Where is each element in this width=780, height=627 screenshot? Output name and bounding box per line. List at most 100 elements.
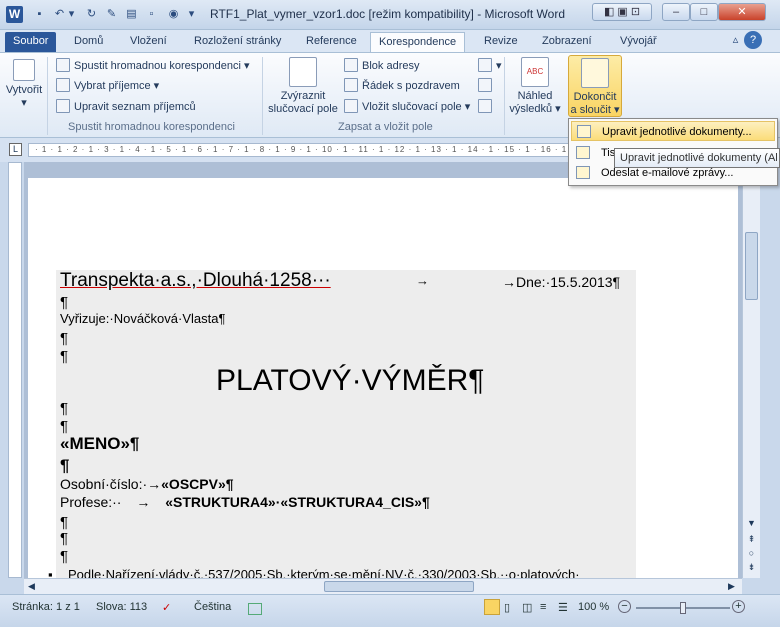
mail-merge-icon [56,58,70,72]
tab-revize[interactable]: Revize [476,32,526,52]
create-button[interactable]: Vytvořit ▾ [4,59,44,110]
edit-individual-documents-item[interactable]: Upravit jednotlivé dokumenty... [571,121,775,141]
web-layout-view-icon[interactable]: ◫ [522,601,532,614]
outlook-icon[interactable]: ◉ [166,7,181,22]
collapse-ribbon-icon[interactable]: ▵ [728,33,743,48]
vertical-scroll-thumb[interactable] [745,232,758,300]
start-merge-button[interactable]: Spustit hromadnou korespondenci ▾ [56,57,250,76]
title-bar: W ▪ ↶ ▾ ↻ ✎ ▤ ▫ ◉ ▾ RTF1_Plat_vymer_vzor… [0,0,780,30]
maximize-button[interactable]: □ [690,3,718,21]
tab-zobrazeni[interactable]: Zobrazení [534,32,600,52]
empty-paragraph: ¶ [60,514,69,531]
update-labels-button[interactable] [478,98,496,117]
empty-paragraph: ¶ [60,330,69,347]
group-label-insert: Zapsat a vložit pole [338,121,433,133]
tab-stop-selector[interactable]: L [9,143,22,156]
address-block-icon [344,58,358,72]
insert-merge-field-button[interactable]: Vložit slučovací pole ▾ [344,98,470,117]
vertical-scrollbar[interactable]: ▲ ▼ ⇞ ○ ⇟ [742,162,760,578]
tooltip: Upravit jednotlivé dokumenty (Al [614,148,780,168]
open-folder-icon[interactable]: ▤ [124,7,139,22]
zoom-in-icon[interactable]: + [732,600,745,613]
tab-vlozeni[interactable]: Vložení [122,32,175,52]
outline-view-icon[interactable]: ≡ [540,601,546,613]
format-painter-icon[interactable]: ✎ [104,7,119,22]
tab-soubor[interactable]: Soubor [5,32,57,52]
personal-number-line: Osobní·číslo:·→«OSCPV»¶ [60,476,234,492]
document-page[interactable]: Transpekta·a.s.,·Dlouhá·1258··· → →Dne:·… [28,178,738,578]
print-layout-view-icon[interactable] [484,599,500,615]
tab-vyvojar[interactable]: Vývojář [612,32,665,52]
tab-arrow: → [416,273,429,288]
handled-by-line: Vyřizuje:·Nováčková·Vlasta¶ [60,311,226,326]
tab-korespondence[interactable]: Korespondence [370,32,466,52]
tab-rozlozeni-stranky[interactable]: Rozložení stránky [186,32,289,52]
scroll-right-icon[interactable]: ▶ [728,581,735,592]
proofing-icon[interactable]: ✓ [162,601,171,614]
highlight-fields-icon [289,57,317,87]
close-button[interactable]: ✕ [718,3,766,21]
horizontal-scrollbar[interactable]: ◀ ▶ [24,578,742,594]
preview-results-button[interactable]: ABC Náhled výsledků ▾ [508,57,562,116]
recipients-icon [56,78,70,92]
page-count[interactable]: Stránka: 1 z 1 [12,601,80,613]
empty-paragraph: ¶ [60,294,69,311]
highlight-fields-button[interactable]: Zvýraznit slučovací pole [266,57,340,116]
company-line: Transpekta·a.s.,·Dlouhá·1258··· [60,270,331,291]
rules-button[interactable]: ▾ [478,57,502,76]
undo-dropdown-icon[interactable]: ▾ [64,7,79,22]
empty-paragraph-bold: ¶ [60,456,70,475]
envelope-icon [13,59,35,81]
draft-view-icon[interactable]: ☰ [558,601,568,614]
zoom-slider-track[interactable] [636,602,730,614]
minimize-button[interactable]: – [662,3,690,21]
address-block-button[interactable]: Blok adresy [344,57,419,76]
browse-object-icon[interactable]: ○ [745,548,758,558]
full-screen-view-icon[interactable]: ▯ [504,601,510,614]
ribbon-tabs: Soubor Domů Vložení Rozložení stránky Re… [0,30,780,52]
language[interactable]: Čeština [194,601,231,613]
zoom-slider-thumb[interactable] [680,602,686,614]
next-page-icon[interactable]: ⇟ [745,562,758,573]
group-label-start: Spustit hromadnou korespondenci [68,121,235,133]
zoom-out-icon[interactable]: − [618,600,631,613]
customize-toolbar-icon[interactable]: ▾ [184,7,199,22]
word-count[interactable]: Slova: 113 [96,601,147,613]
empty-paragraph: ¶ [60,548,69,565]
document-area: Transpekta·a.s.,·Dlouhá·1258··· → →Dne:·… [24,162,742,578]
scroll-down-icon[interactable]: ▼ [745,518,758,528]
bullet-icon: ▪ [48,567,53,578]
status-bar: Stránka: 1 z 1 Slova: 113 ✓ Čeština ▯ ◫ … [0,594,780,627]
group-separator [262,57,263,135]
save-icon[interactable]: ▪ [32,7,47,22]
vertical-ruler[interactable] [8,162,22,578]
empty-paragraph: ¶ [60,348,69,365]
greeting-line-button[interactable]: Řádek s pozdravem [344,77,460,96]
finish-merge-icon [581,58,609,88]
edit-recipient-list-button[interactable]: Upravit seznam příjemců [56,98,196,117]
help-icon[interactable]: ? [744,31,762,49]
tab-reference[interactable]: Reference [298,32,365,52]
finish-merge-button[interactable]: Dokončit a sloučit ▾ [568,55,622,117]
horizontal-scroll-thumb[interactable] [324,581,474,592]
redo-icon[interactable]: ↻ [84,7,99,22]
greeting-line-icon [344,78,358,92]
word-logo-icon[interactable]: W [6,6,23,23]
match-fields-button[interactable] [478,77,496,96]
heading-platovy-vymer: PLATOVÝ·VÝMĚR¶ [216,364,485,397]
macro-recording-icon[interactable] [248,603,262,615]
group-separator [47,57,48,135]
window-title: RTF1_Plat_vymer_vzor1.doc [režim kompati… [210,7,565,21]
zoom-level[interactable]: 100 % [578,601,609,613]
edit-documents-icon [577,125,591,138]
previous-page-icon[interactable]: ⇞ [745,534,758,545]
new-document-icon[interactable]: ▫ [144,7,159,22]
print-icon [576,146,590,159]
email-icon [576,166,590,179]
preview-abc-icon: ABC [521,57,549,87]
scroll-left-icon[interactable]: ◀ [28,581,35,592]
tab-domu[interactable]: Domů [66,32,111,52]
select-recipients-button[interactable]: Vybrat příjemce ▾ [56,77,159,96]
date-line: →Dne:·15.5.2013¶ [502,274,621,290]
window-extra-buttons[interactable]: ◧ ▣ ⊡ [592,3,652,21]
